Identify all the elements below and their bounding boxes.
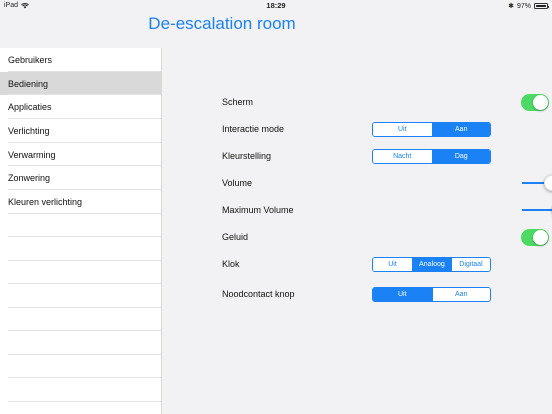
noodcontact-option[interactable]: Aan bbox=[431, 287, 490, 301]
kleurstelling-label: Kleurstelling bbox=[222, 151, 272, 161]
sidebar-item[interactable]: Kleuren verlichting bbox=[0, 190, 161, 214]
interactie-option[interactable]: Aan bbox=[431, 122, 490, 136]
status-time: 18:29 bbox=[266, 1, 286, 10]
sidebar-empty-row bbox=[0, 261, 161, 285]
setting-row-interactie: Interactie mode Uit Aan bbox=[222, 119, 502, 139]
sidebar-item-label: Verwarming bbox=[8, 149, 56, 160]
kleurstelling-option[interactable]: Nacht bbox=[373, 149, 432, 163]
sidebar-empty-row bbox=[0, 237, 161, 261]
scherm-toggle[interactable] bbox=[521, 93, 549, 111]
sidebar-item[interactable]: Verlichting bbox=[0, 119, 161, 143]
sidebar-item-label: Verlichting bbox=[8, 125, 50, 136]
volume-slider[interactable] bbox=[522, 175, 552, 191]
sidebar-empty-row bbox=[0, 355, 161, 379]
geluid-toggle[interactable] bbox=[521, 228, 549, 246]
klok-option[interactable]: Uit bbox=[373, 257, 412, 271]
sidebar: Gebruikers Bediening Applicaties Verlichtin… bbox=[0, 48, 162, 414]
sidebar-empty-row bbox=[0, 308, 161, 332]
page-title: De-escalation room bbox=[148, 14, 296, 33]
kleurstelling-segmented: Nacht Dag bbox=[372, 148, 491, 164]
sidebar-item[interactable]: Applicaties bbox=[0, 95, 161, 119]
battery-icon bbox=[534, 3, 549, 9]
status-bar: iPad 18:29 ✱ 97% bbox=[0, 0, 552, 12]
klok-option[interactable]: Digitaal bbox=[450, 257, 490, 271]
noodcontact-option[interactable]: Uit bbox=[373, 287, 432, 301]
sidebar-empty-row bbox=[0, 214, 161, 238]
interactie-segmented: Uit Aan bbox=[372, 121, 491, 137]
toggle-knob bbox=[533, 94, 548, 110]
setting-row-noodcontact: Noodcontact knop Uit Aan bbox=[222, 284, 502, 304]
toggle-knob bbox=[533, 229, 548, 245]
sidebar-item[interactable]: Gebruikers bbox=[0, 48, 161, 72]
setting-row-kleurstelling: Kleurstelling Nacht Dag bbox=[222, 146, 502, 166]
sidebar-empty-row bbox=[0, 331, 161, 355]
klok-segmented: Uit Analoog Digitaal bbox=[372, 256, 491, 272]
klok-label: Klok bbox=[222, 259, 240, 269]
noodcontact-segmented: Uit Aan bbox=[372, 286, 491, 302]
sidebar-item-label: Applicaties bbox=[8, 102, 52, 113]
sidebar-item-label: Gebruikers bbox=[8, 54, 53, 65]
sidebar-item-label: Bediening bbox=[8, 78, 49, 89]
sidebar-item[interactable]: Zonwering bbox=[0, 166, 161, 190]
kleurstelling-option[interactable]: Dag bbox=[431, 149, 490, 163]
noodcontact-label: Noodcontact knop bbox=[222, 289, 295, 299]
bluetooth-icon: ✱ bbox=[508, 3, 514, 10]
interactie-label: Interactie mode bbox=[222, 124, 285, 134]
sidebar-empty-row bbox=[0, 284, 161, 308]
interactie-option[interactable]: Uit bbox=[373, 122, 432, 136]
max-volume-slider[interactable] bbox=[522, 202, 552, 218]
setting-row-klok: Klok Uit Analoog Digitaal bbox=[222, 254, 502, 274]
slider-thumb[interactable] bbox=[543, 175, 552, 191]
setting-row-max-volume: Maximum Volume bbox=[222, 200, 552, 220]
sidebar-item[interactable]: Bediening bbox=[0, 71, 161, 96]
geluid-label: Geluid bbox=[222, 232, 249, 242]
scherm-label: Scherm bbox=[222, 97, 254, 107]
status-right: ✱ 97% bbox=[508, 2, 549, 10]
sidebar-item-label: Kleuren verlichting bbox=[8, 196, 83, 207]
setting-row-geluid: Geluid bbox=[222, 227, 549, 247]
sidebar-item[interactable]: Verwarming bbox=[0, 143, 161, 167]
klok-option[interactable]: Analoog bbox=[411, 257, 451, 271]
sidebar-empty-row bbox=[0, 378, 161, 402]
setting-row-volume: Volume bbox=[222, 173, 552, 193]
setting-row-scherm: Scherm bbox=[222, 92, 549, 112]
max-volume-label: Maximum Volume bbox=[222, 205, 294, 215]
sidebar-item-label: Zonwering bbox=[8, 173, 51, 184]
battery-percent: 97% bbox=[516, 2, 531, 10]
volume-label: Volume bbox=[222, 178, 253, 188]
